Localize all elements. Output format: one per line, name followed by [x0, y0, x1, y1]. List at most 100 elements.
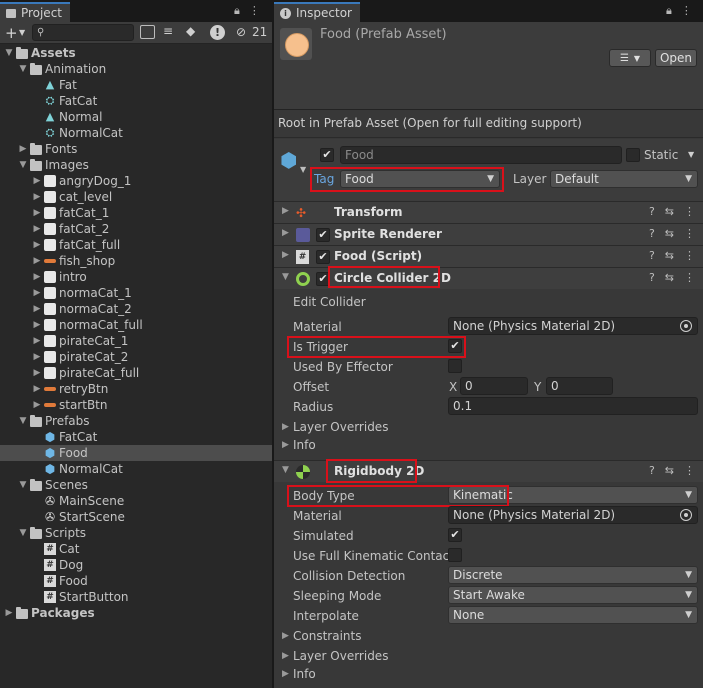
- search-by-label-icon[interactable]: ≡: [163, 24, 173, 38]
- tree-item[interactable]: ▼ Scenes: [0, 477, 272, 493]
- expand-arrow-icon[interactable]: ▶: [32, 240, 42, 250]
- tree-item[interactable]: ▲ Normal: [0, 109, 272, 125]
- expand-arrow-icon[interactable]: ▶: [282, 422, 289, 432]
- tree-item[interactable]: ▶ Fonts: [0, 141, 272, 157]
- tree-item[interactable]: ▼ Animation: [0, 61, 272, 77]
- search-input[interactable]: ⚲: [32, 24, 134, 41]
- collapse-arrow-icon[interactable]: ▼: [4, 48, 14, 58]
- collapse-arrow-icon[interactable]: ▼: [282, 465, 289, 475]
- rb-material-field[interactable]: None (Physics Material 2D): [448, 506, 698, 524]
- tree-item[interactable]: ⬢ Food: [0, 445, 272, 461]
- more-menu-icon[interactable]: ⋮: [684, 271, 695, 284]
- icon-dropdown-arrow-icon[interactable]: ▼: [300, 165, 306, 174]
- enabled-checkbox[interactable]: ✔: [316, 250, 330, 264]
- tree-item[interactable]: ⬢ FatCat: [0, 429, 272, 445]
- tree-item[interactable]: ⛭ FatCat: [0, 93, 272, 109]
- expand-arrow-icon[interactable]: ▶: [32, 336, 42, 346]
- presets-icon[interactable]: ⇆: [665, 249, 674, 262]
- tree-item[interactable]: ▶ startBtn: [0, 397, 272, 413]
- tree-item[interactable]: ▶ cat_level: [0, 189, 272, 205]
- offset-x-field[interactable]: 0: [460, 377, 528, 395]
- tree-item[interactable]: ✇ StartScene: [0, 509, 272, 525]
- expand-arrow-icon[interactable]: ▶: [32, 352, 42, 362]
- rb-info[interactable]: Info: [293, 667, 316, 681]
- expand-arrow-icon[interactable]: ▶: [32, 272, 42, 282]
- tree-item[interactable]: ▶ normaCat_2: [0, 301, 272, 317]
- rb-layer-overrides[interactable]: Layer Overrides: [293, 649, 388, 663]
- tree-item[interactable]: ▶ fatCat_full: [0, 237, 272, 253]
- object-picker-icon[interactable]: [680, 320, 692, 332]
- edit-collider-label[interactable]: Edit Collider: [293, 295, 366, 309]
- tree-item[interactable]: ⬢ NormalCat: [0, 461, 272, 477]
- expand-arrow-icon[interactable]: ▶: [282, 631, 289, 641]
- tree-item[interactable]: ▶ pirateCat_1: [0, 333, 272, 349]
- collapse-arrow-icon[interactable]: ▼: [18, 64, 28, 74]
- full-kinematic-checkbox[interactable]: [448, 548, 462, 562]
- tree-item[interactable]: ▼ Images: [0, 157, 272, 173]
- presets-icon[interactable]: ⇆: [665, 464, 674, 477]
- more-menu-icon[interactable]: ⋮: [684, 205, 695, 218]
- component-sprite-renderer[interactable]: ▶ ✔ Sprite Renderer ? ⇆ ⋮: [274, 223, 703, 245]
- tree-item[interactable]: ▼ Scripts: [0, 525, 272, 541]
- collider-material-field[interactable]: None (Physics Material 2D): [448, 317, 698, 335]
- tree-item[interactable]: ▶ fish_shop: [0, 253, 272, 269]
- tree-item[interactable]: ▶ pirateCat_2: [0, 349, 272, 365]
- help-icon[interactable]: ?: [649, 249, 655, 262]
- expand-arrow-icon[interactable]: ▶: [32, 368, 42, 378]
- expand-arrow-icon[interactable]: ▶: [282, 669, 289, 679]
- collapse-arrow-icon[interactable]: ▼: [18, 480, 28, 490]
- active-checkbox[interactable]: ✔: [320, 148, 334, 162]
- lock-icon[interactable]: 🔒︎: [666, 4, 672, 18]
- tab-inspector[interactable]: i Inspector: [274, 2, 360, 22]
- expand-arrow-icon[interactable]: ▶: [32, 304, 42, 314]
- help-icon[interactable]: ?: [649, 464, 655, 477]
- tab-project[interactable]: Project: [0, 2, 70, 22]
- tree-item[interactable]: # Cat: [0, 541, 272, 557]
- expand-arrow-icon[interactable]: ▶: [32, 384, 42, 394]
- collapse-arrow-icon[interactable]: ▼: [282, 272, 289, 282]
- tree-item[interactable]: ▶ normaCat_1: [0, 285, 272, 301]
- hidden-packages-eye-icon[interactable]: ⊘: [236, 25, 246, 39]
- tree-item[interactable]: ▶ fatCat_2: [0, 221, 272, 237]
- tree-item[interactable]: # Dog: [0, 557, 272, 573]
- search-by-type-icon[interactable]: [140, 25, 155, 39]
- variant-menu-button[interactable]: ☰ ▼: [609, 49, 651, 67]
- more-menu-icon[interactable]: ⋮: [684, 249, 695, 262]
- expand-arrow-icon[interactable]: ▶: [282, 228, 289, 238]
- component-transform[interactable]: ▶ ✣ Transform ? ⇆ ⋮: [274, 201, 703, 223]
- tree-item[interactable]: ▶ retryBtn: [0, 381, 272, 397]
- expand-arrow-icon[interactable]: ▶: [4, 608, 14, 618]
- open-button[interactable]: Open: [655, 49, 697, 67]
- more-menu-icon[interactable]: ⋮: [684, 464, 695, 477]
- constraints-foldout[interactable]: Constraints: [293, 629, 361, 643]
- presets-icon[interactable]: ⇆: [665, 271, 674, 284]
- tree-item[interactable]: ▼ Assets: [0, 45, 272, 61]
- object-picker-icon[interactable]: [680, 509, 692, 521]
- more-menu-icon[interactable]: ⋮: [684, 227, 695, 240]
- expand-arrow-icon[interactable]: ▶: [32, 208, 42, 218]
- sleeping-mode-dropdown[interactable]: Start Awake ▼: [448, 586, 698, 604]
- tree-item[interactable]: ▶ fatCat_1: [0, 205, 272, 221]
- component-food-script[interactable]: ▶ # ✔ Food (Script) ? ⇆ ⋮: [274, 245, 703, 267]
- expand-arrow-icon[interactable]: ▶: [32, 176, 42, 186]
- offset-y-field[interactable]: 0: [546, 377, 613, 395]
- expand-arrow-icon[interactable]: ▶: [32, 256, 42, 266]
- interpolate-dropdown[interactable]: None ▼: [448, 606, 698, 624]
- layer-dropdown[interactable]: Default ▼: [550, 170, 698, 188]
- expand-arrow-icon[interactable]: ▶: [32, 320, 42, 330]
- used-by-effector-checkbox[interactable]: [448, 359, 462, 373]
- collapse-arrow-icon[interactable]: ▼: [18, 160, 28, 170]
- warning-filter-icon[interactable]: !: [210, 25, 225, 40]
- tree-item[interactable]: ▶ pirateCat_full: [0, 365, 272, 381]
- expand-arrow-icon[interactable]: ▶: [282, 440, 289, 450]
- collapse-arrow-icon[interactable]: ▼: [18, 416, 28, 426]
- help-icon[interactable]: ?: [649, 205, 655, 218]
- expand-arrow-icon[interactable]: ▶: [282, 651, 289, 661]
- tree-item[interactable]: # Food: [0, 573, 272, 589]
- create-plus-icon[interactable]: +: [5, 24, 18, 42]
- collision-detection-dropdown[interactable]: Discrete ▼: [448, 566, 698, 584]
- lock-icon[interactable]: 🔒︎: [234, 4, 240, 18]
- static-dropdown-arrow-icon[interactable]: ▼: [688, 150, 694, 159]
- expand-arrow-icon[interactable]: ▶: [18, 144, 28, 154]
- presets-icon[interactable]: ⇆: [665, 227, 674, 240]
